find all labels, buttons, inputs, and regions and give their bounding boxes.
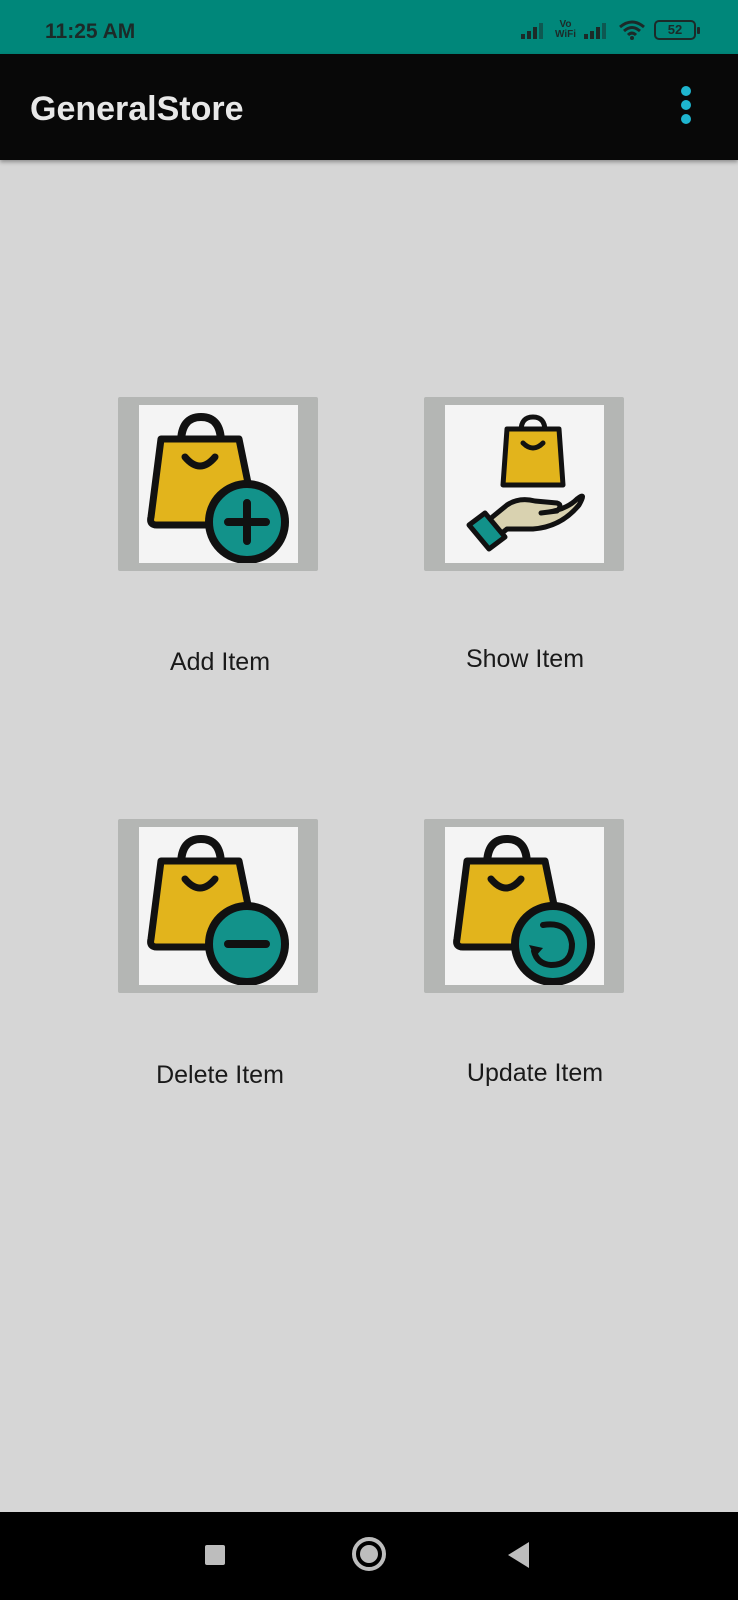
home-circle-icon[interactable] <box>352 1537 386 1571</box>
vowifi-icon: Vo WiFi <box>555 20 576 40</box>
show-item-image <box>445 405 604 563</box>
status-icons: Vo WiFi 52 <box>520 18 700 42</box>
signal-icon <box>584 23 606 39</box>
back-triangle-icon[interactable] <box>508 1542 529 1568</box>
add-item-image <box>139 405 298 563</box>
add-item-button[interactable] <box>118 397 318 571</box>
system-nav-bar <box>0 1512 738 1600</box>
add-item-label[interactable]: Add Item <box>100 648 340 677</box>
delete-item-image <box>139 827 298 985</box>
bag-remove-icon <box>147 834 289 985</box>
show-item-button[interactable] <box>424 397 624 571</box>
status-time: 11:25 AM <box>45 20 136 43</box>
vowifi-bottom-label: WiFi <box>554 29 576 40</box>
bag-hand-icon <box>466 414 585 552</box>
delete-item-label[interactable]: Delete Item <box>100 1061 340 1090</box>
bag-add-icon <box>147 412 289 563</box>
signal-icon <box>520 23 543 39</box>
app-bar: GeneralStore <box>0 54 738 160</box>
app-title: GeneralStore <box>30 90 244 128</box>
battery-level: 52 <box>667 22 683 37</box>
update-item-label[interactable]: Update Item <box>415 1059 655 1088</box>
update-item-button[interactable] <box>424 819 624 993</box>
status-bar: 11:25 AM Vo WiFi 52 <box>0 0 738 54</box>
overflow-menu-icon[interactable] <box>678 86 694 126</box>
show-item-label[interactable]: Show Item <box>405 645 645 674</box>
delete-item-button[interactable] <box>118 819 318 993</box>
update-item-image <box>445 827 604 985</box>
wifi-icon <box>619 20 645 40</box>
recents-square-icon[interactable] <box>205 1545 225 1565</box>
bag-refresh-icon <box>453 834 595 985</box>
battery-icon: 52 <box>654 20 700 40</box>
